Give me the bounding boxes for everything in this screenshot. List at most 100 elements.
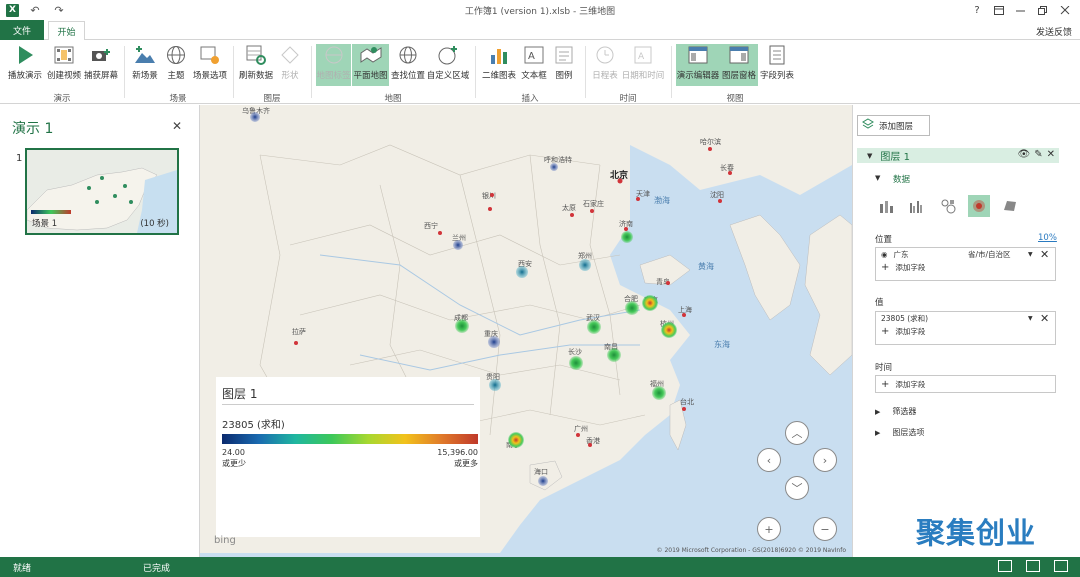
play-icon xyxy=(14,44,36,66)
map-legend[interactable]: 图层 1 23805 (求和) 24.00 15,396.00 或更少 或更多 xyxy=(216,377,480,537)
send-feedback-button[interactable]: 发送反馈 xyxy=(1036,25,1072,38)
chevron-up-icon: ︿ xyxy=(791,427,803,440)
legend-button[interactable]: 图例 xyxy=(552,44,576,86)
location-field-row[interactable]: ◉ 广东 省/市/自治区 ▼ ✕ xyxy=(876,248,1055,261)
city-label-chengdu: 成都 xyxy=(454,314,468,322)
title-bar: X ↶ ↷ 工作簿1 (version 1).xlsb - 三维地图 ? xyxy=(0,0,1080,20)
layer-pane-button[interactable]: 图层窗格 xyxy=(720,44,758,86)
region-icon[interactable] xyxy=(999,195,1021,217)
layer-header[interactable]: ▼ 图层 1 👁 ✎ ✕ xyxy=(857,148,1059,163)
group-label-map: 地图 xyxy=(384,94,402,104)
restore-icon[interactable] xyxy=(1032,2,1054,18)
tour-title[interactable]: 演示 1 xyxy=(12,118,53,138)
map-view-icon[interactable] xyxy=(998,560,1012,572)
add-location-field[interactable]: + 添加字段 xyxy=(876,261,1055,274)
tilt-up-button[interactable]: ︿ xyxy=(785,421,809,445)
chevron-down-icon: ﹀ xyxy=(791,482,803,495)
undo-icon[interactable]: ↶ xyxy=(27,2,43,18)
city-label-xianggang: 香港 xyxy=(586,437,600,445)
find-location-button[interactable]: 查找位置 xyxy=(390,44,426,86)
radio-icon[interactable]: ◉ xyxy=(881,250,888,259)
scene-options-button[interactable]: 场景选项 xyxy=(191,44,229,86)
focus-icon[interactable] xyxy=(1026,560,1040,572)
location-match-percent[interactable]: 10% xyxy=(1038,233,1057,243)
refresh-data-button[interactable]: 刷新数据 xyxy=(237,44,275,86)
rotate-right-button[interactable]: › xyxy=(813,448,837,472)
data-caret-icon[interactable]: ▼ xyxy=(875,174,880,182)
tilt-down-button[interactable]: ﹀ xyxy=(785,476,809,500)
ribbon-display-icon[interactable] xyxy=(988,2,1010,18)
capture-screen-button[interactable]: 捕获屏幕 xyxy=(83,44,119,86)
close-pane-icon[interactable]: ✕ xyxy=(172,119,182,133)
zoom-out-button[interactable]: − xyxy=(813,517,837,541)
tab-home[interactable]: 开始 xyxy=(48,21,85,41)
flat-map-button[interactable]: 平面地图 xyxy=(352,44,389,86)
layer-name[interactable]: 图层 1 xyxy=(880,148,910,163)
fullscreen-icon[interactable] xyxy=(1054,560,1068,572)
field-list-button[interactable]: 字段列表 xyxy=(759,44,795,86)
add-time-field[interactable]: + 添加字段 xyxy=(876,376,1055,392)
expand-caret-icon[interactable]: ▶ xyxy=(875,429,880,437)
chevron-left-icon: ‹ xyxy=(766,453,772,467)
filters-section[interactable]: ▶ 筛选器 xyxy=(875,406,916,417)
scene-number: 1 xyxy=(16,153,23,164)
shapes-button[interactable]: 形状 xyxy=(278,44,302,86)
remove-value-icon[interactable]: ✕ xyxy=(1040,312,1049,325)
delete-layer-icon[interactable]: ✕ xyxy=(1047,149,1055,160)
zoom-in-button[interactable]: + xyxy=(757,517,781,541)
dropdown-arrow-icon[interactable]: ▼ xyxy=(1028,251,1033,258)
map-labels-button[interactable]: 地图标签 xyxy=(316,44,351,86)
close-icon[interactable] xyxy=(1054,2,1076,18)
scene-duration: (10 秒) xyxy=(140,219,169,229)
ribbon-tabs: 文件 开始 发送反馈 xyxy=(0,20,1080,41)
group-label-tour: 演示 xyxy=(53,94,71,104)
pencil-icon[interactable]: ✎ xyxy=(1034,149,1042,160)
add-layer-button[interactable]: 添加图层 xyxy=(857,115,930,136)
tab-file[interactable]: 文件 xyxy=(0,20,44,40)
redo-icon[interactable]: ↷ xyxy=(51,2,67,18)
location-type-dropdown[interactable]: 省/市/自治区 xyxy=(968,249,1011,260)
heat-map-icon[interactable] xyxy=(968,195,990,217)
bubble-icon[interactable] xyxy=(937,195,959,217)
value-label: 值 xyxy=(875,298,884,308)
data-section-title[interactable]: 数据 xyxy=(893,173,910,185)
collapse-caret-icon[interactable]: ▼ xyxy=(867,152,872,160)
eye-icon[interactable]: 👁 xyxy=(1018,149,1031,160)
scene-thumbnail[interactable]: 场景 1 (10 秒) xyxy=(25,148,179,235)
plus-icon: + xyxy=(881,262,890,273)
text-box-button[interactable]: A 文本框 xyxy=(519,44,549,86)
theme-button[interactable]: 主题 xyxy=(163,44,189,86)
play-tour-button[interactable]: 播放演示 xyxy=(6,44,44,86)
minus-icon: − xyxy=(820,522,830,536)
tour-editor-button[interactable]: 演示编辑器 xyxy=(676,44,720,86)
value-field-row[interactable]: 23805 (求和) ▼ ✕ xyxy=(876,312,1055,325)
2d-chart-button[interactable]: 二维图表 xyxy=(480,44,518,86)
legend-title: 图层 1 xyxy=(222,387,258,401)
custom-region-button[interactable]: 自定义区域 xyxy=(427,44,469,86)
add-value-field[interactable]: + 添加字段 xyxy=(876,325,1055,338)
map-canvas[interactable]: 乌鲁木齐 呼和浩特 北京 沈阳 长春 哈尔滨 天津 太原 石家庄 济南 银川 西… xyxy=(200,105,852,557)
legend-color-scale xyxy=(222,434,478,444)
remove-location-icon[interactable]: ✕ xyxy=(1040,248,1049,261)
rotate-left-button[interactable]: ‹ xyxy=(757,448,781,472)
timeline-button[interactable]: 日程表 xyxy=(590,44,620,86)
time-label: 时间 xyxy=(875,363,893,373)
help-button[interactable]: ? xyxy=(966,2,988,18)
clustered-column-icon[interactable] xyxy=(906,195,928,217)
field-list-icon xyxy=(766,44,788,66)
dropdown-arrow-icon[interactable]: ▼ xyxy=(1028,315,1033,322)
map-copyright: © 2019 Microsoft Corporation - GS(2018)6… xyxy=(656,547,846,554)
date-time-button[interactable]: A 日期和时间 xyxy=(621,44,665,86)
new-scene-button[interactable]: 新场景 xyxy=(128,44,162,86)
expand-caret-icon[interactable]: ▶ xyxy=(875,408,880,416)
layer-options-section[interactable]: ▶ 图层选项 xyxy=(875,427,924,438)
status-done: 已完成 xyxy=(143,564,171,574)
create-video-button[interactable]: 创建视频 xyxy=(45,44,83,86)
stacked-column-icon[interactable] xyxy=(875,195,897,217)
bing-logo: bing xyxy=(214,535,236,546)
minimize-icon[interactable] xyxy=(1010,2,1032,18)
city-label-shanghai: 上海 xyxy=(678,306,692,314)
camera-icon xyxy=(90,44,112,66)
watermark-text: 聚集创业 xyxy=(916,516,1037,550)
ribbon: 播放演示 创建视频 捕获屏幕 演示 新场景 主题 场景选项 场景 刷新数据 形状… xyxy=(0,40,1080,104)
